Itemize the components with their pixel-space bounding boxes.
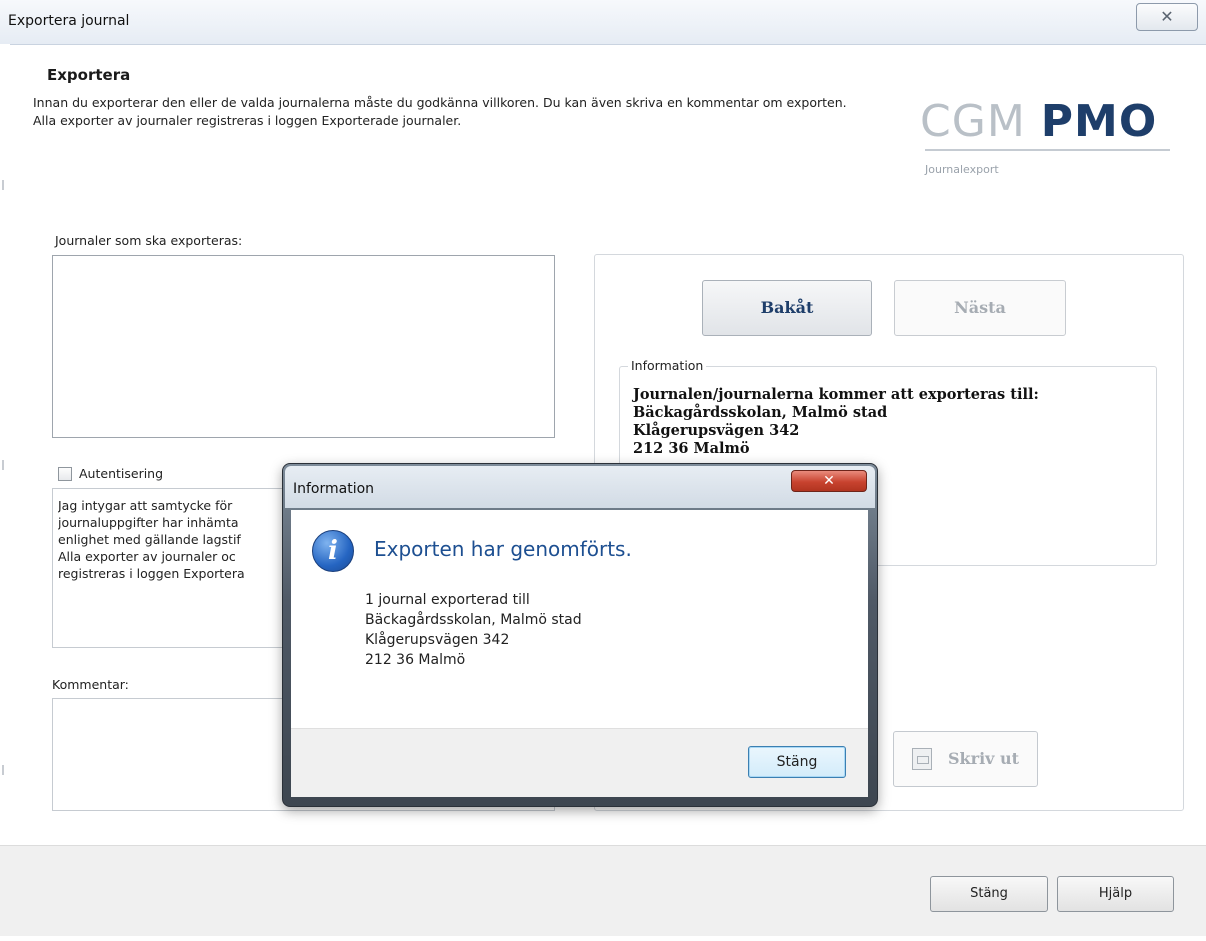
edge-mark [2, 460, 4, 470]
cgm-pmo-logo: CGM PMO [920, 97, 1157, 147]
information-line: 212 36 Malmö [633, 440, 750, 457]
information-legend: Information [628, 358, 707, 373]
journals-listbox[interactable] [52, 255, 555, 438]
edge-mark [2, 765, 4, 775]
information-line: Klågerupsvägen 342 [633, 422, 800, 439]
print-button[interactable]: Skriv ut [893, 731, 1038, 787]
dialog-heading: Exporten har genomförts. [374, 537, 632, 561]
help-button[interactable]: Hjälp [1057, 876, 1174, 912]
dialog-title: Information [293, 481, 375, 497]
logo-divider [925, 149, 1170, 151]
next-button[interactable]: Nästa [894, 280, 1066, 336]
logo-pmo-text: PMO [1040, 96, 1158, 147]
edge-mark [2, 180, 4, 190]
window-titlebar: Exportera journal ✕ [0, 0, 1206, 45]
logo-cgm-text: CGM [920, 96, 1026, 147]
auth-terms-line: Jag intygar att samtycke för [58, 498, 233, 513]
information-line: Bäckagårdsskolan, Malmö stad [633, 404, 888, 421]
auth-terms-line: enlighet med gällande lagstif [58, 532, 241, 547]
auth-terms-text: Jag intygar att samtycke för journaluppg… [58, 497, 288, 582]
printer-icon [912, 748, 932, 770]
auth-checkbox-label[interactable]: Autentisering [79, 466, 163, 481]
auth-checkbox[interactable] [58, 467, 72, 481]
comment-label: Kommentar: [52, 677, 129, 692]
dialog-message-line: 1 journal exporterad till [365, 592, 530, 608]
dialog-close-ok-button[interactable]: Stäng [748, 746, 846, 778]
information-line: Journalen/journalerna kommer att exporte… [633, 386, 1039, 403]
information-text: Journalen/journalerna kommer att exporte… [633, 386, 1039, 458]
auth-terms-line: registreras i loggen Exportera [58, 566, 245, 581]
auth-terms-line: Alla exporter av journaler oc [58, 549, 236, 564]
dialog-close-button[interactable]: ✕ [791, 470, 867, 492]
page-description: Innan du exporterar den eller de valda j… [33, 95, 847, 128]
dialog-message-line: Bäckagårdsskolan, Malmö stad [365, 612, 582, 628]
close-button[interactable]: Stäng [930, 876, 1048, 912]
dialog-message-line: 212 36 Malmö [365, 652, 466, 668]
window-close-button[interactable]: ✕ [1136, 3, 1198, 31]
auth-terms-line: journaluppgifter har inhämta [58, 515, 239, 530]
window-left-edge [0, 44, 10, 934]
print-button-label: Skriv ut [948, 749, 1020, 768]
page-title: Exportera [47, 66, 131, 84]
window-title: Exportera journal [8, 13, 130, 29]
journals-label: Journaler som ska exporteras: [55, 233, 243, 248]
dialog-message-line: Klågerupsvägen 342 [365, 632, 510, 648]
back-button[interactable]: Bakåt [702, 280, 872, 336]
logo-subtitle: Journalexport [925, 163, 999, 176]
info-icon: i [312, 530, 354, 572]
dialog-message: 1 journal exporterad till Bäckagårdsskol… [365, 590, 582, 670]
